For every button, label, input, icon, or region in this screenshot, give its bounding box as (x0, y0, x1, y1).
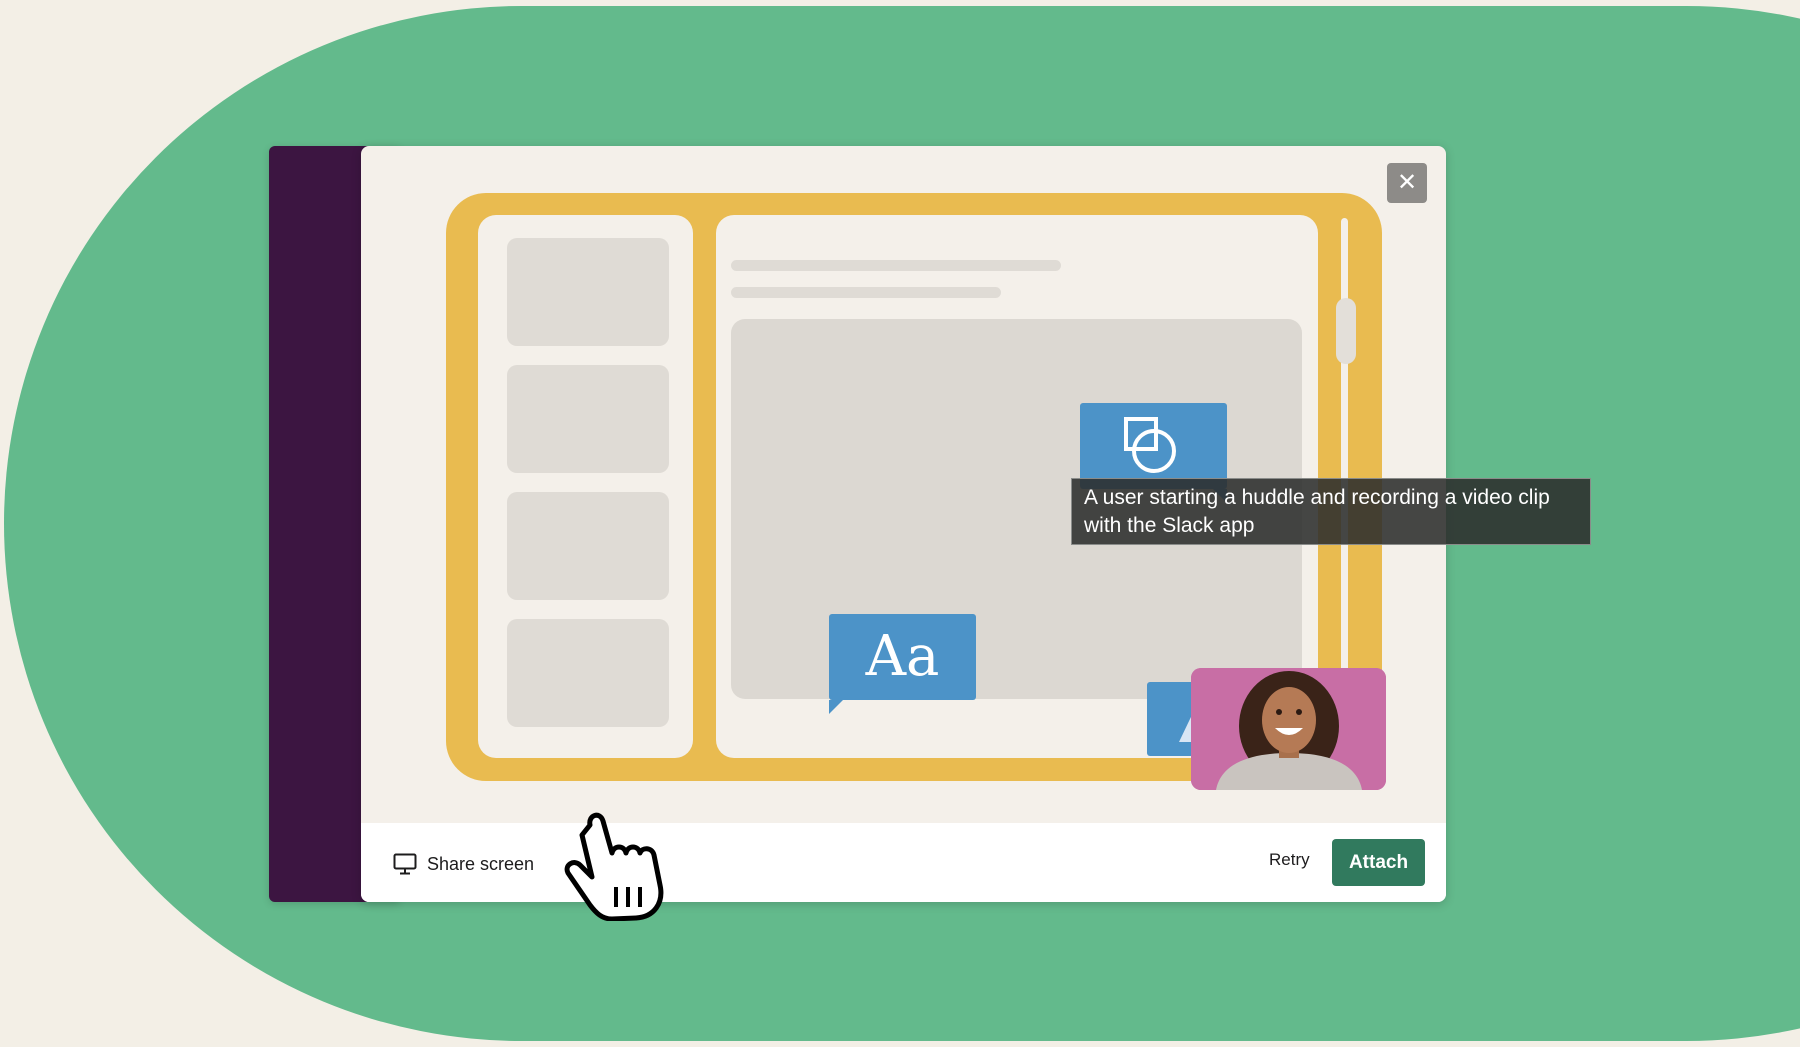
text-bubble: Aa (829, 614, 976, 714)
attach-button[interactable]: Attach (1332, 839, 1425, 886)
share-screen-button[interactable]: Share screen (393, 852, 534, 876)
illustration-sidebar-item (507, 238, 669, 346)
illustration-scroll-track (1341, 218, 1348, 688)
video-preview-thumbnail (1191, 668, 1386, 790)
monitor-icon (393, 853, 417, 875)
stage: ✕ Aa Share screen Retry Attach A user st… (0, 0, 1800, 1047)
illustration-sidebar-item (507, 619, 669, 727)
hand-pointer-icon (564, 812, 664, 921)
bubble-tail (829, 700, 843, 714)
close-button[interactable]: ✕ (1387, 163, 1427, 203)
retry-button[interactable]: Retry (1269, 850, 1310, 870)
illustration-text-line (731, 287, 1001, 298)
shapes-bubble (1080, 403, 1227, 503)
illustration-sidebar-panel (478, 215, 693, 758)
tooltip: A user starting a huddle and recording a… (1071, 478, 1591, 545)
text-bubble-label: Aa (865, 624, 940, 689)
close-icon: ✕ (1396, 169, 1418, 196)
illustration-scroll-thumb (1336, 298, 1356, 364)
illustration-text-line (731, 260, 1061, 271)
illustration-sidebar-item (507, 365, 669, 473)
modal-footer: Share screen Retry Attach (361, 823, 1446, 902)
share-screen-label: Share screen (427, 853, 535, 874)
person-avatar (1191, 668, 1386, 790)
illustration-sidebar-item (507, 492, 669, 600)
shapes-icon (1124, 417, 1176, 473)
